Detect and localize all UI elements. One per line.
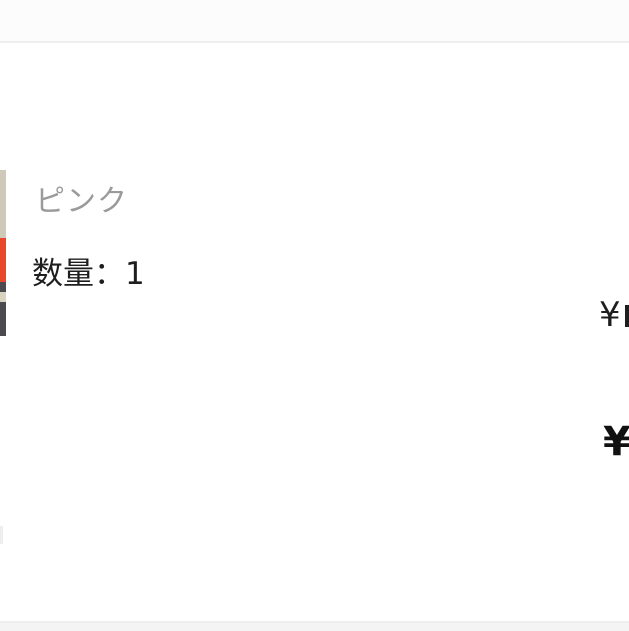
product-thumbnail[interactable] xyxy=(0,170,6,336)
unit-price-truncated-digit xyxy=(624,305,629,327)
partial-thumbnail-edge xyxy=(0,526,3,544)
thumbnail-fragment-top xyxy=(0,170,6,238)
total-price-currency: ¥ xyxy=(603,419,629,465)
thumbnail-fragment-highlight xyxy=(0,292,6,302)
product-quantity: 数量：1 xyxy=(32,256,145,292)
product-color-variant: ピンク xyxy=(35,184,128,219)
thumbnail-fragment-middle xyxy=(0,238,6,282)
total-price: ¥ xyxy=(603,419,629,465)
unit-price: ¥ xyxy=(599,295,629,335)
unit-price-currency: ¥ xyxy=(599,295,621,335)
top-bar xyxy=(0,0,629,43)
thumbnail-fragment-bottom xyxy=(0,282,6,336)
order-item-card xyxy=(0,43,629,621)
bottom-divider xyxy=(0,621,629,631)
